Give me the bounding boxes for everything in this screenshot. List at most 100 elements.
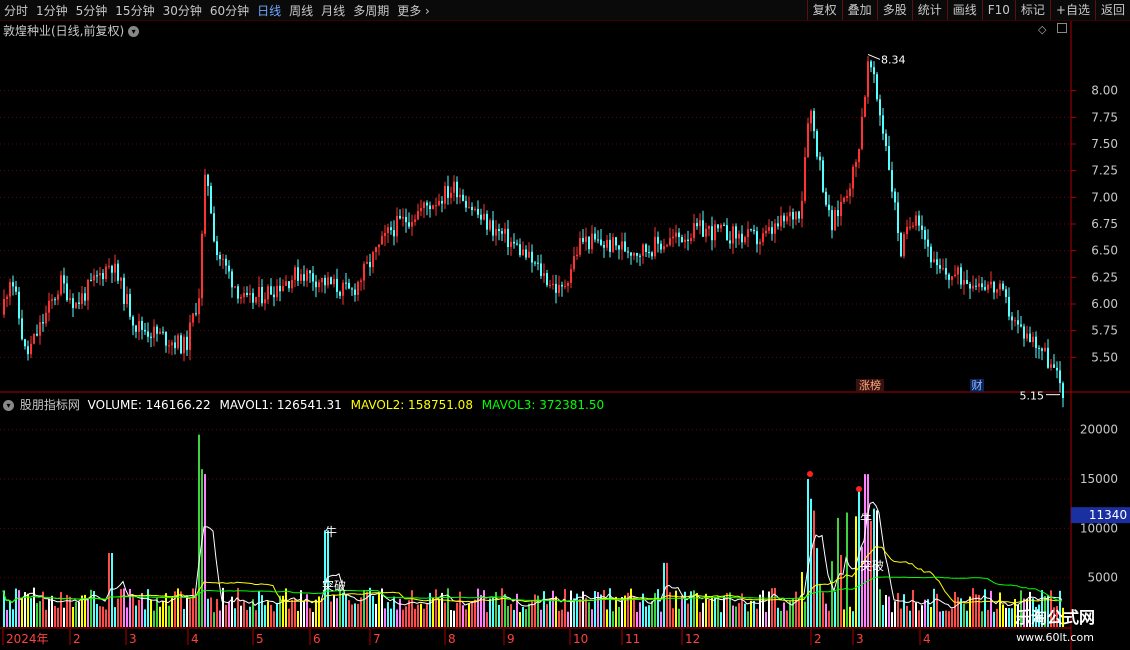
candle-body xyxy=(702,220,704,237)
candle-body xyxy=(501,231,503,234)
volume-bar xyxy=(561,609,563,627)
candle-body xyxy=(267,286,269,300)
period-tab[interactable]: 60分钟 xyxy=(206,4,253,18)
volume-bar xyxy=(15,588,17,627)
volume-bar xyxy=(213,612,215,627)
volume-bar xyxy=(45,609,47,627)
volume-bar xyxy=(294,598,296,627)
volume-bar xyxy=(591,609,593,627)
candle-body xyxy=(15,286,17,292)
volume-bar xyxy=(192,588,194,627)
volume-bar xyxy=(99,606,101,627)
candle-body xyxy=(273,294,275,298)
candle-body xyxy=(282,285,284,292)
candle-body xyxy=(258,287,260,297)
candle-body xyxy=(321,277,323,283)
candle-body xyxy=(681,237,683,243)
candle-body xyxy=(675,232,677,237)
candle-body xyxy=(924,229,926,240)
volume-bar xyxy=(165,593,167,627)
candle-body xyxy=(753,229,755,232)
candle-body xyxy=(867,61,869,97)
candle-body xyxy=(861,116,863,149)
tool-button[interactable]: 标记 xyxy=(1014,0,1050,20)
period-tab[interactable]: 15分钟 xyxy=(111,4,158,18)
candle-body xyxy=(1041,348,1043,351)
candle-body xyxy=(129,294,131,317)
volume-bar xyxy=(348,600,350,627)
volume-bar xyxy=(156,597,158,627)
period-tab[interactable]: 分时 xyxy=(0,4,32,18)
candle-body xyxy=(729,240,731,244)
volume-bar xyxy=(468,603,470,627)
tool-button[interactable]: 画线 xyxy=(946,0,982,20)
candle-body xyxy=(474,208,476,211)
candle-body xyxy=(738,233,740,239)
volume-bar xyxy=(957,597,959,627)
candle-body xyxy=(375,247,377,253)
candle-body xyxy=(414,219,416,222)
candle-body xyxy=(315,281,317,288)
candle-body xyxy=(558,284,560,293)
tool-button[interactable]: 统计 xyxy=(911,0,947,20)
candle-body xyxy=(405,216,407,223)
volume-bar xyxy=(909,610,911,627)
volume-bar xyxy=(435,589,437,627)
candle-body xyxy=(975,285,977,287)
tool-button[interactable]: F10 xyxy=(981,0,1015,20)
tool-button[interactable]: 多股 xyxy=(876,0,912,20)
volume-bar xyxy=(111,553,113,627)
candle-body xyxy=(24,339,26,347)
volume-bar xyxy=(513,609,515,627)
candle-body xyxy=(123,277,125,304)
candle-body xyxy=(855,162,857,167)
period-tab[interactable]: 多周期 xyxy=(349,4,393,18)
volume-bar xyxy=(645,606,647,627)
candle-body xyxy=(711,226,713,241)
period-tab[interactable]: 1分钟 xyxy=(32,4,72,18)
candle-body xyxy=(39,322,41,336)
volume-bar xyxy=(942,610,944,627)
candle-body xyxy=(471,206,473,211)
candle-body xyxy=(351,288,353,290)
period-toolbar: 分时 1分钟 5分钟 15分钟 30分钟 60分钟 日线 周线 月线 多周期 更多 › 复权 叠加 多股… xyxy=(0,0,1130,21)
volume-bar xyxy=(78,601,80,627)
period-tab[interactable]: 更多 › xyxy=(393,4,434,18)
chart-area[interactable]: 8.00 7.75 7.50 7.25 7.00 6.75 6.50 6.25 6.00 5.75… xyxy=(0,21,1130,650)
candle-body xyxy=(255,296,257,303)
period-tab[interactable]: 月线 xyxy=(317,4,349,18)
candle-body xyxy=(48,300,50,313)
volume-bar xyxy=(300,590,302,627)
candle-body xyxy=(378,244,380,248)
volume-bar xyxy=(540,609,542,627)
period-tab[interactable]: 周线 xyxy=(285,4,317,18)
volume-bar xyxy=(315,599,317,627)
price-tick-label: 8.00 xyxy=(1091,84,1118,98)
volume-bar xyxy=(810,498,812,627)
period-tab[interactable]: 日线 xyxy=(253,4,285,18)
tool-button[interactable]: 叠加 xyxy=(841,0,877,20)
tool-button[interactable]: 返回 xyxy=(1094,0,1130,20)
period-tab[interactable]: 30分钟 xyxy=(159,4,206,18)
tool-button[interactable]: +自选 xyxy=(1049,0,1095,20)
volume-bar xyxy=(9,600,11,627)
volume-bar xyxy=(60,592,62,627)
volume-bar xyxy=(81,595,83,627)
volume-bar xyxy=(228,601,230,627)
candle-body xyxy=(492,220,494,236)
volume-bar xyxy=(18,590,20,627)
candle-body xyxy=(672,236,674,239)
volume-bar xyxy=(894,601,896,627)
period-tab[interactable]: 5分钟 xyxy=(72,4,112,18)
candle-body xyxy=(132,316,134,326)
timeline-label: 12 xyxy=(685,632,700,646)
volume-bar xyxy=(288,608,290,627)
volume-bar xyxy=(921,605,923,627)
candle-body xyxy=(768,227,770,231)
volume-bar xyxy=(261,595,263,627)
candle-body xyxy=(921,225,923,230)
tool-button[interactable]: 复权 xyxy=(806,0,842,20)
candle-body xyxy=(63,275,65,284)
volume-bar xyxy=(981,611,983,627)
volume-bar xyxy=(570,590,572,627)
